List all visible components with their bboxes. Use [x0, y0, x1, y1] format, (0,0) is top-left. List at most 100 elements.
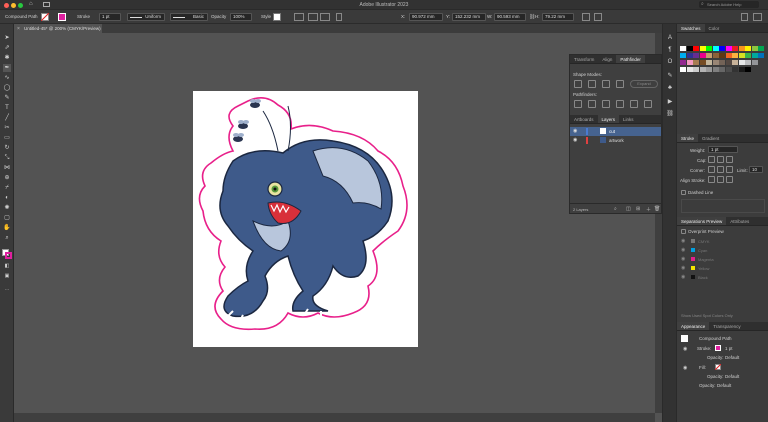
color-swatch[interactable]	[719, 67, 725, 72]
color-swatch[interactable]	[680, 67, 686, 72]
color-swatch[interactable]	[693, 53, 699, 58]
visibility-eye-icon[interactable]: ◉	[683, 365, 687, 371]
ink-row[interactable]: ◉ Magenta	[677, 255, 768, 263]
recolor-icon[interactable]	[294, 13, 304, 21]
appearance-stroke-label[interactable]: Stroke:	[697, 346, 711, 351]
y-position-field[interactable]: 152.232 mm	[452, 13, 486, 21]
delete-layer-icon[interactable]: 🗑	[654, 206, 660, 212]
color-swatch[interactable]	[699, 60, 706, 65]
color-swatch[interactable]	[758, 53, 764, 58]
color-swatch[interactable]	[686, 53, 693, 58]
color-swatch[interactable]	[712, 46, 719, 51]
color-swatch[interactable]	[699, 53, 706, 58]
overprint-preview-checkbox[interactable]	[681, 229, 686, 234]
color-swatch[interactable]	[758, 46, 764, 51]
appearance-stroke-value[interactable]: 1 pt	[725, 346, 733, 351]
character-panel-icon[interactable]: A	[666, 34, 674, 42]
scale-tool-icon[interactable]: ⤡	[3, 154, 11, 162]
color-swatch[interactable]	[725, 53, 732, 58]
selection-tool-icon[interactable]: ➤	[3, 34, 11, 42]
tab-pathfinder[interactable]: Pathfinder	[616, 55, 645, 63]
appearance-fill-label[interactable]: Fill:	[699, 365, 706, 370]
minus-back-icon[interactable]	[644, 100, 652, 108]
tab-swatches[interactable]: Swatches	[677, 24, 705, 32]
tab-stroke[interactable]: Stroke	[677, 134, 699, 142]
dashed-line-checkbox[interactable]	[681, 190, 686, 195]
round-join-icon[interactable]	[717, 166, 724, 173]
minus-front-icon[interactable]	[588, 80, 596, 88]
fill-swatch[interactable]	[41, 13, 49, 21]
color-swatch[interactable]	[712, 60, 719, 65]
symbol-sprayer-tool-icon[interactable]: ✺	[3, 204, 11, 212]
color-swatch[interactable]	[680, 46, 686, 51]
color-swatch[interactable]	[732, 67, 738, 72]
limit-field[interactable]: 10	[749, 166, 763, 173]
tab-transform[interactable]: Transform	[570, 55, 598, 63]
width-tool-icon[interactable]: ⋈	[3, 164, 11, 172]
color-swatch[interactable]	[751, 60, 758, 65]
tab-color[interactable]: Color	[705, 24, 724, 32]
height-field[interactable]: 79.22 mm	[542, 13, 574, 21]
ink-row[interactable]: ◉ Cyan	[677, 246, 768, 254]
pathfinder-shortcut-icon[interactable]	[582, 13, 590, 21]
color-swatch[interactable]	[706, 53, 712, 58]
visibility-eye-icon[interactable]: ◉	[573, 128, 577, 134]
pen-tool-icon[interactable]: ✒	[3, 64, 11, 72]
width-field[interactable]: 90.593 mm	[494, 13, 526, 21]
eraser-tool-icon[interactable]: ▭	[3, 134, 11, 142]
dash-gap-fields[interactable]	[681, 199, 765, 213]
tab-gradient[interactable]: Gradient	[698, 134, 723, 142]
expand-button[interactable]: Expand	[630, 80, 658, 88]
align-outside-icon[interactable]	[726, 176, 733, 183]
stroke-swatch[interactable]	[58, 13, 66, 21]
opacity-field[interactable]: 100%	[230, 13, 252, 21]
swatch-grid[interactable]	[680, 36, 766, 128]
symbols-panel-icon[interactable]: ♣	[666, 84, 674, 92]
eyedropper-tool-icon[interactable]: ⌿	[3, 184, 11, 192]
color-swatch[interactable]	[693, 67, 699, 72]
stroke-weight-field[interactable]: 1 pt	[99, 13, 121, 21]
appearance-object-opacity-value[interactable]: Default	[717, 383, 731, 388]
artboard-tool-icon[interactable]: ▢	[3, 214, 11, 222]
color-swatch[interactable]	[680, 53, 686, 58]
projecting-cap-icon[interactable]	[726, 156, 733, 163]
line-tool-icon[interactable]: ╱	[3, 114, 11, 122]
round-cap-icon[interactable]	[717, 156, 724, 163]
color-swatch[interactable]	[719, 53, 725, 58]
appearance-fill-swatch[interactable]	[715, 364, 721, 370]
color-swatch[interactable]	[706, 60, 712, 65]
divide-icon[interactable]	[574, 100, 582, 108]
ink-visibility-eye-icon[interactable]: ◉	[681, 265, 685, 271]
unite-icon[interactable]	[574, 80, 582, 88]
curvature-tool-icon[interactable]: ∿	[3, 74, 11, 82]
brushes-panel-icon[interactable]: ✎	[666, 72, 674, 80]
color-swatch[interactable]	[725, 60, 732, 65]
color-swatch[interactable]	[706, 67, 712, 72]
color-swatch[interactable]	[680, 60, 686, 65]
zoom-tool-icon[interactable]: ⌕	[3, 234, 11, 242]
color-swatch[interactable]	[745, 46, 751, 51]
color-swatch[interactable]	[738, 60, 745, 65]
appearance-fill-opacity-label[interactable]: Opacity:	[707, 374, 724, 379]
horizontal-scrollbar[interactable]	[14, 413, 655, 422]
layer-name[interactable]: artwork	[609, 138, 624, 143]
color-swatch[interactable]	[699, 67, 706, 72]
appearance-stroke-swatch[interactable]	[715, 345, 721, 351]
color-swatch[interactable]	[738, 67, 745, 72]
layer-row-cut[interactable]: ◉ cut	[570, 127, 661, 136]
clipping-mask-icon[interactable]: ◫	[626, 206, 631, 212]
color-swatch[interactable]	[699, 46, 706, 51]
tab-transparency[interactable]: Transparency	[709, 322, 744, 330]
layer-name[interactable]: cut	[609, 129, 615, 134]
x-position-field[interactable]: 90.972 mm	[409, 13, 443, 21]
close-tab-icon[interactable]: ×	[17, 26, 20, 32]
ink-row[interactable]: ◉ Yellow	[677, 264, 768, 272]
ink-row[interactable]: ◉ CMYK	[677, 237, 768, 245]
blend-tool-icon[interactable]: ◐	[3, 194, 11, 202]
color-swatch[interactable]	[738, 46, 745, 51]
ink-visibility-eye-icon[interactable]: ◉	[681, 238, 685, 244]
graphic-style-swatch[interactable]	[273, 13, 281, 21]
magic-wand-tool-icon[interactable]: ✱	[3, 54, 11, 62]
color-swatch[interactable]	[693, 46, 699, 51]
color-swatch[interactable]	[693, 60, 699, 65]
